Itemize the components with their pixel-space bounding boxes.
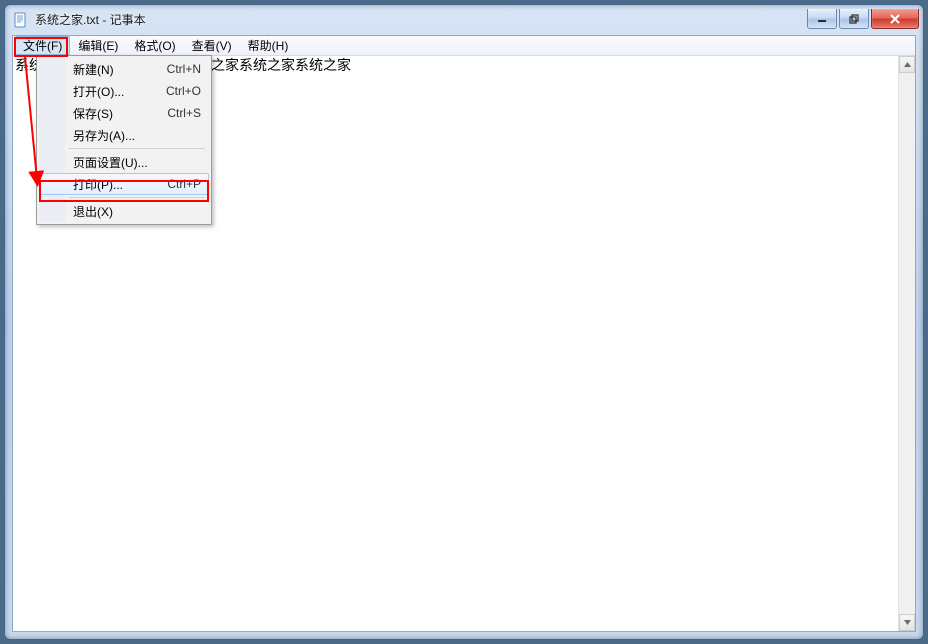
menu-view-label: 查看(V)	[192, 37, 232, 54]
menu-edit[interactable]: 编辑(E)	[70, 36, 126, 55]
menu-item-label: 退出(X)	[73, 203, 201, 220]
minimize-button[interactable]	[807, 9, 837, 29]
menu-help-label: 帮助(H)	[248, 37, 289, 54]
menu-item-save-as[interactable]: 另存为(A)...	[39, 124, 209, 146]
titlebar[interactable]: 系统之家.txt - 记事本	[5, 5, 923, 35]
menu-item-label: 另存为(A)...	[73, 127, 201, 144]
app-icon	[13, 12, 29, 28]
menu-item-accel: Ctrl+N	[167, 62, 201, 76]
menu-format-label: 格式(O)	[134, 37, 175, 54]
menu-file-label: 文件(F)	[23, 37, 62, 54]
menu-help[interactable]: 帮助(H)	[240, 36, 297, 55]
menu-format[interactable]: 格式(O)	[126, 36, 183, 55]
scroll-up-button[interactable]	[899, 56, 915, 73]
notepad-window: 系统之家.txt - 记事本	[4, 4, 924, 640]
menu-item-new[interactable]: 新建(N) Ctrl+N	[39, 58, 209, 80]
close-button[interactable]	[871, 9, 919, 29]
menu-item-accel: Ctrl+S	[167, 106, 201, 120]
menu-item-accel: Ctrl+P	[167, 177, 201, 191]
menu-item-accel: Ctrl+O	[166, 84, 201, 98]
scroll-track[interactable]	[899, 73, 915, 614]
menu-item-label: 保存(S)	[73, 105, 167, 122]
vertical-scrollbar[interactable]	[898, 56, 915, 631]
desktop-background: 系统之家.txt - 记事本	[0, 0, 928, 644]
window-title: 系统之家.txt - 记事本	[35, 12, 807, 28]
menu-item-save[interactable]: 保存(S) Ctrl+S	[39, 102, 209, 124]
maximize-button[interactable]	[839, 9, 869, 29]
menu-item-open[interactable]: 打开(O)... Ctrl+O	[39, 80, 209, 102]
menu-view[interactable]: 查看(V)	[184, 36, 240, 55]
menu-edit-label: 编辑(E)	[78, 37, 118, 54]
file-menu-dropdown: 新建(N) Ctrl+N 打开(O)... Ctrl+O 保存(S) Ctrl+…	[36, 55, 212, 225]
scroll-down-button[interactable]	[899, 614, 915, 631]
menu-item-label: 新建(N)	[73, 61, 167, 78]
menu-item-exit[interactable]: 退出(X)	[39, 200, 209, 222]
menu-item-print[interactable]: 打印(P)... Ctrl+P	[39, 173, 209, 195]
window-controls	[807, 9, 919, 29]
menu-item-label: 打印(P)...	[73, 176, 167, 193]
menu-item-page-setup[interactable]: 页面设置(U)...	[39, 151, 209, 173]
menubar: 文件(F) 编辑(E) 格式(O) 查看(V) 帮助(H)	[13, 36, 915, 56]
menu-file[interactable]: 文件(F)	[15, 36, 70, 55]
menu-item-label: 页面设置(U)...	[73, 154, 201, 171]
menu-item-label: 打开(O)...	[73, 83, 166, 100]
